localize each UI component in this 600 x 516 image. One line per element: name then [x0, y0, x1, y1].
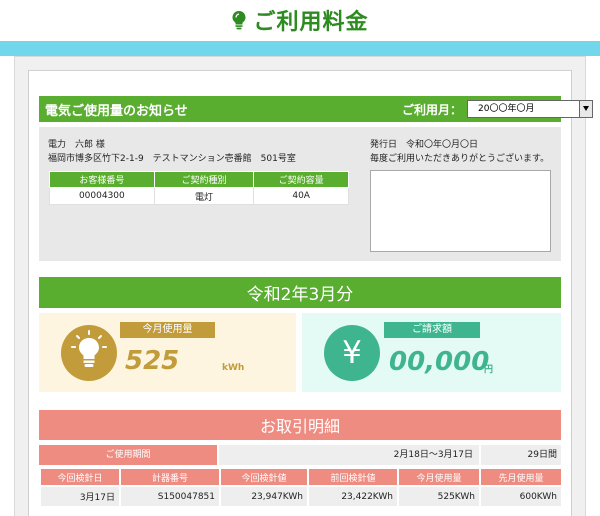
billing-month-value: 20〇〇年〇月 — [478, 104, 535, 114]
billing-month-select[interactable]: 20〇〇年〇月 — [467, 100, 593, 118]
usage-panel: 今月使用量 525 kWh — [39, 313, 296, 392]
reading-date: 3月17日 — [39, 485, 121, 508]
message-box — [370, 170, 551, 252]
contract-table: お客様番号 ご契約種別 ご契約容量 00004300 電灯 40A — [49, 171, 349, 205]
header-reading-date: 今回検針日 — [39, 467, 121, 487]
contract-header-contract-type: ご契約種別 — [153, 171, 255, 188]
period-label: ご利用月： — [402, 103, 463, 117]
header-current-reading: 今回検針値 — [219, 467, 309, 487]
contract-header-customer-number: お客様番号 — [49, 171, 155, 188]
lightbulb-icon — [61, 325, 117, 381]
meter-header-row: 今回検針日 計器番号 今回検針値 前回検針値 今月使用量 先月使用量 — [39, 467, 563, 487]
previous-reading: 23,422KWh — [307, 485, 399, 508]
header-accent-band — [0, 41, 600, 56]
billing-page: ご利用料金 電気ご使用量のお知らせ ご利用月： 20〇〇年〇月 電力 六郎 様 … — [0, 0, 600, 516]
meter-reading-table: 今回検針日 計器番号 今回検針値 前回検針値 今月使用量 先月使用量 3月17日… — [39, 467, 563, 508]
usage-label: 今月使用量 — [120, 322, 215, 338]
table-row: 3月17日 S150047851 23,947KWh 23,422KWh 525… — [39, 485, 563, 508]
issue-date: 発行日 令和〇年〇月〇日 — [370, 140, 479, 150]
customer-name: 電力 六郎 様 — [48, 140, 105, 150]
usage-period-range: 2月18日～3月17日 — [219, 445, 479, 465]
notice-title: 電気ご使用量のお知らせ — [45, 103, 188, 119]
last-month-usage: 600KWh — [479, 485, 563, 508]
header-meter-number: 計器番号 — [119, 467, 221, 487]
customer-number: 00004300 — [49, 187, 155, 205]
contract-value-row: 00004300 電灯 40A — [49, 187, 349, 205]
billing-label: ご請求額 — [384, 322, 480, 338]
chevron-down-icon[interactable] — [579, 101, 592, 117]
customer-address: 福岡市博多区竹下2-1-9 テストマンション壱番館 501号室 — [48, 154, 296, 164]
yen-icon: ¥ — [324, 325, 380, 381]
header-this-month-usage: 今月使用量 — [397, 467, 481, 487]
billing-panel: ¥ ご請求額 00,000 円 — [302, 313, 561, 392]
thanks-message: 毎度ご利用いただきありがとうございます。 — [370, 154, 550, 164]
header-previous-reading: 前回検針値 — [307, 467, 399, 487]
billing-month-title: 令和2年3月分 — [39, 277, 561, 308]
contract-header-row: お客様番号 ご契約種別 ご契約容量 — [49, 171, 349, 188]
usage-value: 525 — [125, 346, 180, 376]
contract-type: 電灯 — [153, 187, 255, 205]
page-header: ご利用料金 — [0, 0, 600, 40]
usage-unit: kWh — [222, 363, 245, 373]
page-title: ご利用料金 — [253, 10, 369, 35]
header-last-month-usage: 先月使用量 — [479, 467, 563, 487]
billing-amount: 00,000 — [389, 347, 490, 377]
transaction-details-title: お取引明細 — [39, 410, 561, 440]
contract-capacity: 40A — [253, 187, 349, 205]
customer-info-panel: 電力 六郎 様 福岡市博多区竹下2-1-9 テストマンション壱番館 501号室 … — [39, 127, 561, 261]
lightbulb-icon — [231, 10, 247, 30]
meter-number: S150047851 — [119, 485, 221, 508]
current-reading: 23,947KWh — [219, 485, 309, 508]
this-month-usage: 525KWh — [397, 485, 481, 508]
contract-header-capacity: ご契約容量 — [253, 171, 349, 188]
notice-bar: 電気ご使用量のお知らせ ご利用月： 20〇〇年〇月 — [39, 96, 593, 122]
usage-period-days: 29日間 — [481, 445, 561, 465]
usage-period-row: ご使用期間 2月18日～3月17日 29日間 — [39, 445, 561, 465]
usage-period-label: ご使用期間 — [39, 445, 217, 465]
billing-unit: 円 — [484, 365, 494, 375]
